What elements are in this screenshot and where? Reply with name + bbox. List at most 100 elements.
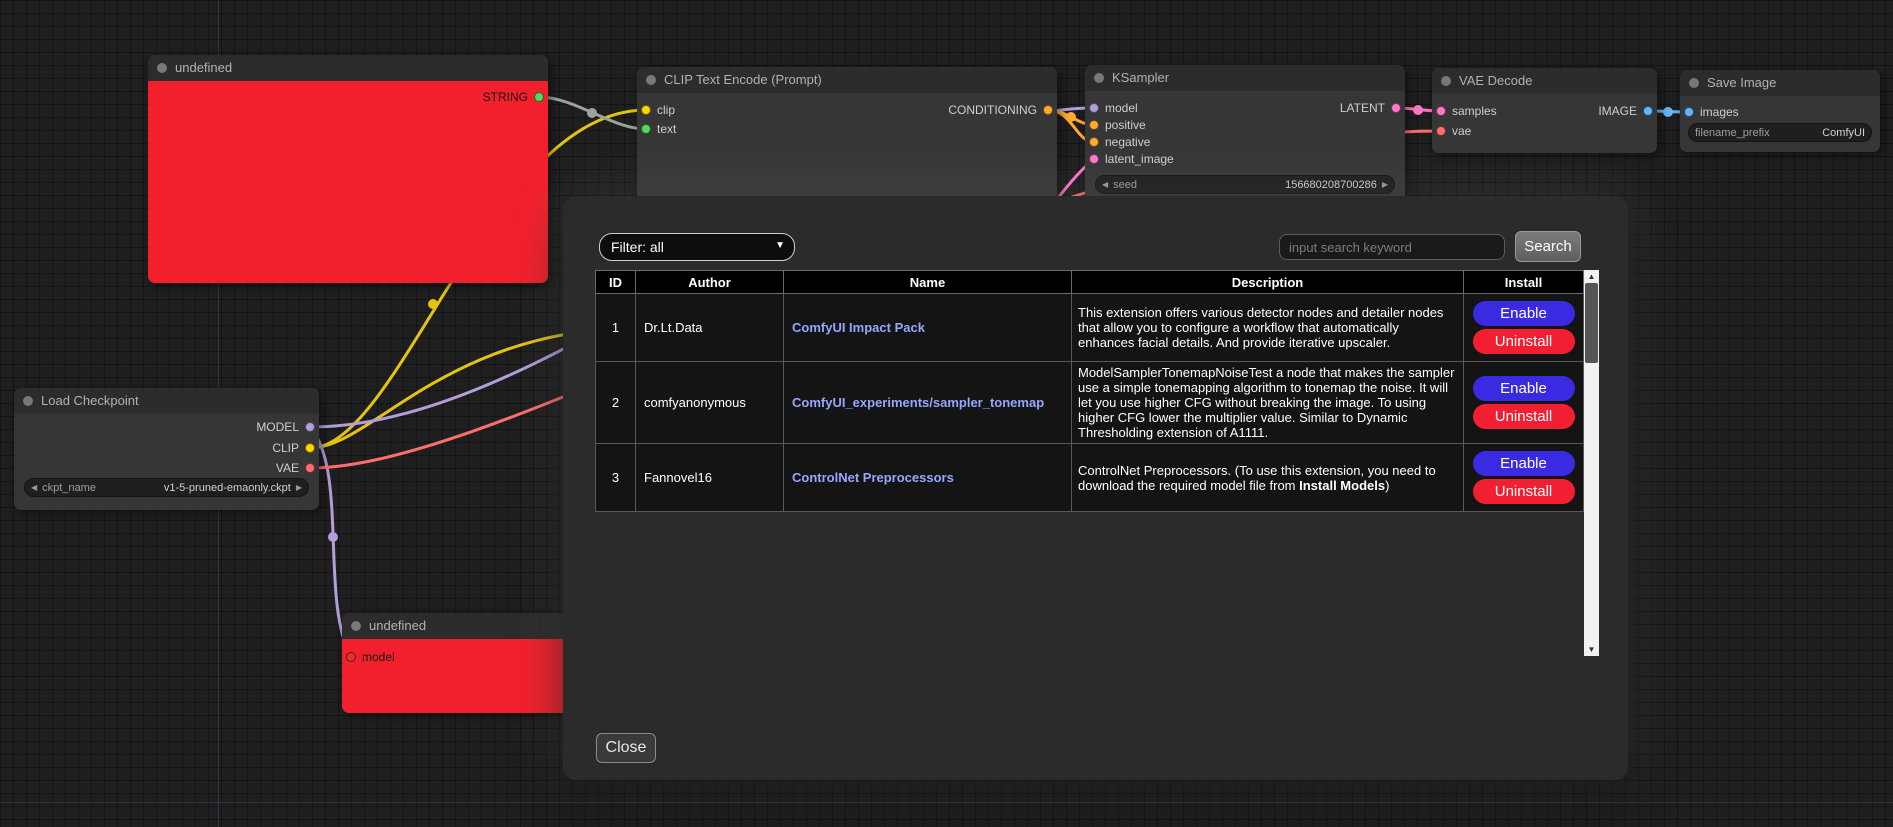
node-error-body [148,81,548,283]
dialog-scrollbar[interactable]: ▲ ▼ [1584,270,1599,656]
table-header-row: ID Author Name Description Install [596,271,1584,294]
widget-value: v1-5-pruned-emaonly.ckpt [164,482,291,494]
widget-value: 156680208700286 [1285,179,1377,191]
scroll-up-icon[interactable]: ▲ [1584,270,1599,283]
extension-link[interactable]: ComfyUI_experiments/sampler_tonemap [792,395,1044,410]
node-titlebar[interactable]: undefined [148,55,548,81]
arrow-right-icon[interactable]: ▶ [296,478,302,497]
slot-label: CLIP [272,440,299,456]
slot-label: positive [1105,117,1146,133]
input-slot-latent-image[interactable] [1089,154,1099,164]
node-titlebar[interactable]: VAE Decode [1432,68,1657,94]
slot-label: model [1105,100,1138,116]
enable-button[interactable]: Enable [1473,451,1575,476]
enable-button[interactable]: Enable [1473,301,1575,326]
cell-author: comfyanonymous [636,362,784,444]
input-slot-text[interactable] [641,124,651,134]
scroll-down-icon[interactable]: ▼ [1584,643,1599,656]
slot-label: CONDITIONING [948,102,1037,118]
slot-label: model [362,649,395,665]
input-slot-model[interactable] [346,652,356,662]
uninstall-button[interactable]: Uninstall [1473,329,1575,354]
node-save-image[interactable]: Save Image images filename_prefix ComfyU… [1680,70,1880,152]
slot-label: clip [657,102,675,118]
collapse-dot-icon[interactable] [646,75,656,85]
output-slot-image[interactable] [1643,106,1653,116]
widget-ckpt-name[interactable]: ◀ ckpt_name v1-5-pruned-emaonly.ckpt ▶ [24,478,309,497]
widget-seed[interactable]: ◀ seed 156680208700286 ▶ [1095,175,1395,194]
extension-link[interactable]: ControlNet Preprocessors [792,470,954,485]
output-slot-clip[interactable] [305,443,315,453]
link-dot [1066,112,1076,122]
output-slot-latent[interactable] [1391,103,1401,113]
output-slot-conditioning[interactable] [1043,105,1053,115]
input-slot-positive[interactable] [1089,120,1099,130]
extension-row: 2 comfyanonymous ComfyUI_experiments/sam… [596,362,1584,444]
wire-string-to-text [539,97,646,129]
node-titlebar[interactable]: Save Image [1680,70,1880,96]
node-title: undefined [369,618,426,633]
collapse-dot-icon[interactable] [23,396,33,406]
input-slot-images[interactable] [1684,107,1694,117]
widget-filename-prefix[interactable]: filename_prefix ComfyUI [1688,123,1872,142]
cell-author: Fannovel16 [636,444,784,512]
input-slot-model[interactable] [1089,103,1099,113]
collapse-dot-icon[interactable] [351,621,361,631]
cell-id: 1 [596,294,636,362]
collapse-dot-icon[interactable] [157,63,167,73]
uninstall-button[interactable]: Uninstall [1473,404,1575,429]
arrow-left-icon[interactable]: ◀ [1102,175,1108,194]
node-titlebar[interactable]: KSampler [1085,65,1405,91]
node-vae-decode[interactable]: VAE Decode samples vae IMAGE [1432,68,1657,153]
canvas-axis-horizontal [0,802,1893,803]
input-slot-samples[interactable] [1436,106,1446,116]
output-slot-string[interactable] [534,92,544,102]
cell-description: ModelSamplerTonemapNoiseTest a node that… [1072,362,1464,444]
arrow-left-icon[interactable]: ◀ [31,478,37,497]
arrow-right-icon[interactable]: ▶ [1382,175,1388,194]
node-ksampler[interactable]: KSampler model positive negative latent_… [1085,65,1405,205]
uninstall-button[interactable]: Uninstall [1473,479,1575,504]
input-slot-negative[interactable] [1089,137,1099,147]
link-dot [587,108,597,118]
slot-label: IMAGE [1598,103,1637,119]
description-post: ) [1385,478,1389,493]
input-slot-vae[interactable] [1436,126,1446,136]
output-slot-vae[interactable] [305,463,315,473]
slot-label: STRING [483,89,528,105]
node-titlebar[interactable]: Load Checkpoint [14,388,319,414]
cell-id: 3 [596,444,636,512]
node-title: Save Image [1707,75,1776,90]
widget-label: ckpt_name [42,482,96,494]
scroll-thumb[interactable] [1585,283,1598,363]
slot-label: LATENT [1340,100,1385,116]
description-bold: Install Models [1299,478,1385,493]
enable-button[interactable]: Enable [1473,376,1575,401]
extension-row: 3 Fannovel16 ControlNet Preprocessors Co… [596,444,1584,512]
filter-select[interactable]: Filter: all [599,233,795,261]
search-button[interactable]: Search [1515,231,1581,262]
description-text: This extension offers various detector n… [1078,305,1443,350]
collapse-dot-icon[interactable] [1094,73,1104,83]
link-dot [1663,107,1673,117]
output-slot-model[interactable] [305,422,315,432]
cell-description: This extension offers various detector n… [1072,294,1464,362]
node-titlebar[interactable]: CLIP Text Encode (Prompt) [637,67,1057,93]
node-undefined-top[interactable]: undefined STRING [148,55,548,283]
filter-select-wrap: Filter: all ▼ [599,233,795,261]
search-input[interactable] [1279,234,1505,260]
col-header-description: Description [1072,271,1464,294]
node-title: VAE Decode [1459,73,1532,88]
input-slot-clip[interactable] [641,105,651,115]
cell-description: ControlNet Preprocessors. (To use this e… [1072,444,1464,512]
extension-link[interactable]: ComfyUI Impact Pack [792,320,925,335]
node-load-checkpoint[interactable]: Load Checkpoint MODEL CLIP VAE ◀ ckpt_na… [14,388,319,510]
close-button[interactable]: Close [596,733,656,763]
node-title: KSampler [1112,70,1169,85]
collapse-dot-icon[interactable] [1441,76,1451,86]
graph-canvas[interactable]: undefined STRING CLIP Text Encode (Promp… [0,0,1893,827]
widget-label: seed [1113,179,1137,191]
collapse-dot-icon[interactable] [1689,78,1699,88]
link-dot [428,299,438,309]
slot-label: VAE [276,460,299,476]
